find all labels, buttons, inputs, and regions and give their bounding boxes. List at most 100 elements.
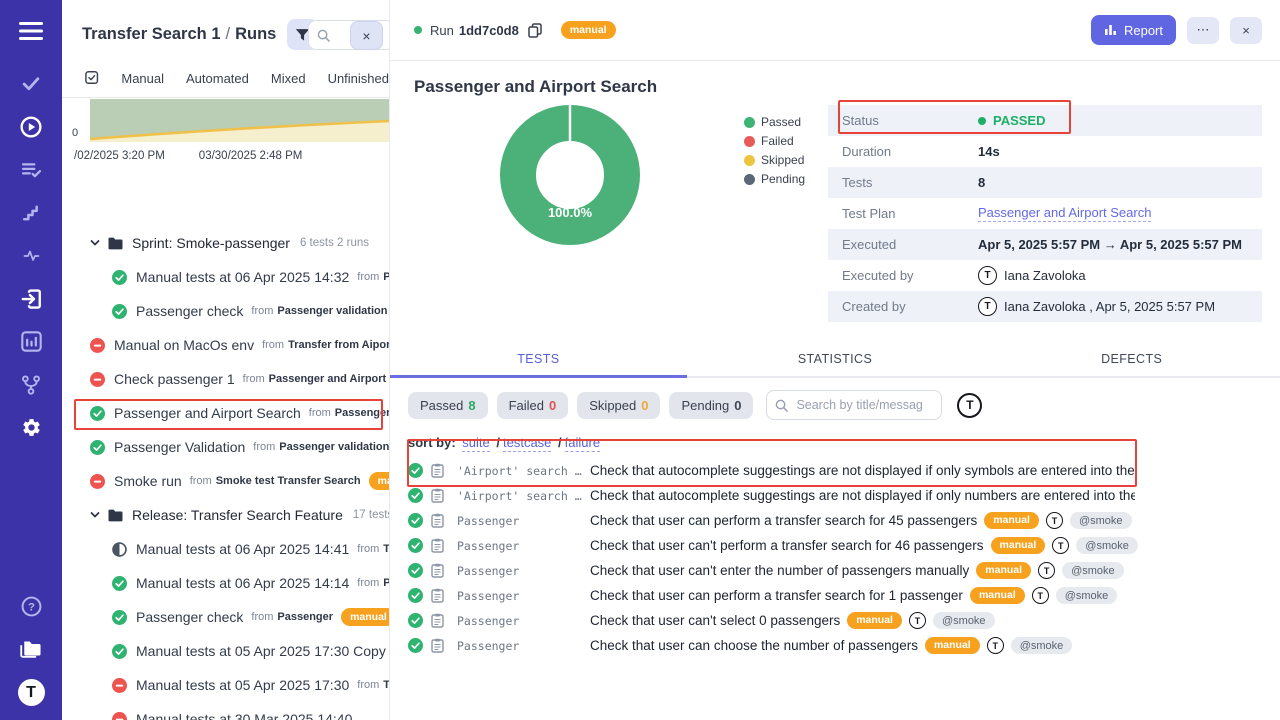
tree-run-row[interactable]: Passenger checkfromPassenger validationm… [62, 294, 389, 328]
more-icon: ⋯ [1197, 22, 1210, 38]
copy-icon[interactable] [528, 23, 542, 38]
legend-item-skipped: Skipped [744, 153, 808, 167]
tab-tests[interactable]: TESTS [390, 344, 687, 376]
test-row[interactable]: PassengerCheck that user can't perform a… [390, 533, 1280, 558]
filter-pill-passed[interactable]: Passed8 [408, 392, 488, 419]
detail-row-tests: Tests8 [828, 167, 1262, 198]
run-tab-automated[interactable]: Automated [186, 71, 249, 86]
run-from-label: from [309, 407, 331, 419]
report-button[interactable]: Report [1091, 15, 1176, 45]
logo-avatar[interactable]: T [0, 671, 62, 714]
passed-status-icon [112, 576, 127, 591]
tree-run-row[interactable]: Passenger and Airport SearchfromPassenge… [62, 396, 389, 430]
bar-chart-icon[interactable] [0, 320, 62, 363]
test-row[interactable]: PassengerCheck that user can choose the … [390, 633, 1280, 658]
passed-status-icon [408, 563, 423, 578]
tree-run-row[interactable]: Manual on MacOs envfromTransfer from Aip… [62, 328, 389, 362]
run-title: Manual tests at 06 Apr 2025 14:41 [136, 541, 349, 557]
close-icon: × [362, 28, 370, 44]
test-plan-link[interactable]: Passenger and Airport Search [978, 205, 1151, 222]
in-progress-status-icon [112, 542, 127, 557]
filter-label: Skipped [589, 398, 636, 413]
run-from-name: Pass [383, 577, 389, 589]
tree-run-row[interactable]: Passenger checkfromPassengermanual6 [62, 600, 389, 634]
passed-status-icon [112, 644, 127, 659]
gear-icon[interactable] [0, 406, 62, 449]
test-row[interactable]: PassengerCheck that user can perform a t… [390, 508, 1280, 533]
detail-value: Iana Zavoloka , Apr 5, 2025 5:57 PM [1004, 299, 1215, 314]
close-run-button[interactable]: × [1230, 17, 1262, 44]
filter-pill-pending[interactable]: Pending0 [669, 392, 753, 419]
play-circle-icon[interactable] [0, 105, 62, 148]
test-row[interactable]: 'Airport' search …Check that autocomplet… [390, 483, 1280, 508]
close-search-button[interactable]: × [350, 21, 383, 50]
run-tree: Sprint: Smoke-passenger6 tests 2 runsMan… [62, 226, 389, 720]
sort-link-failure[interactable]: failure [565, 435, 600, 452]
test-title: Check that user can't perform a transfer… [590, 538, 984, 553]
test-manual-badge: manual [991, 537, 1046, 555]
check-icon[interactable] [0, 62, 62, 105]
folder-title: Release: Transfer Search Feature [132, 507, 343, 523]
activity-icon[interactable] [0, 234, 62, 277]
run-from-label: from [357, 679, 379, 691]
help-icon[interactable]: ? [0, 585, 62, 628]
tree-folder-row[interactable]: Sprint: Smoke-passenger6 tests 2 runs [62, 226, 389, 260]
menu-icon[interactable] [0, 0, 62, 62]
test-row[interactable]: 'Airport' search …Check that autocomplet… [390, 458, 1280, 483]
tree-folder-row[interactable]: Release: Transfer Search Feature17 tests… [62, 498, 389, 532]
test-assignee-avatar: T [987, 637, 1004, 654]
chevron-down-icon[interactable] [90, 510, 100, 520]
detail-row-status: StatusPASSED [828, 105, 1262, 136]
test-assignee-avatar: T [909, 612, 926, 629]
run-id: 1dd7c0d8 [459, 23, 519, 38]
tree-run-row[interactable]: Smoke runfromSmoke test Transfer Searchm… [62, 464, 389, 498]
test-manual-badge: manual [984, 512, 1039, 530]
run-tab-manual[interactable]: Manual [121, 71, 164, 86]
list-check-icon[interactable] [0, 148, 62, 191]
steps-icon[interactable] [0, 191, 62, 234]
tree-run-row[interactable]: Manual tests at 06 Apr 2025 14:41fromTra… [62, 532, 389, 566]
tree-run-row[interactable]: Manual tests at 06 Apr 2025 14:14fromPas… [62, 566, 389, 600]
passed-status-icon [112, 610, 127, 625]
x-tick-label: 03/30/2025 2:48 PM [199, 150, 303, 162]
test-suite-name: Passenger [457, 614, 590, 628]
runs-panel-header: Transfer Search 1/Runs × [62, 0, 389, 56]
filter-pill-failed[interactable]: Failed0 [497, 392, 569, 419]
projects-folder-icon[interactable] [0, 628, 62, 671]
tab-defects[interactable]: DEFECTS [983, 344, 1280, 376]
tree-run-row[interactable]: Manual tests at 06 Apr 2025 14:32fromPas… [62, 260, 389, 294]
test-row[interactable]: PassengerCheck that user can perform a t… [390, 583, 1280, 608]
tree-run-row[interactable]: Manual tests at 05 Apr 2025 17:30 Copyfr… [62, 634, 389, 668]
tree-run-row[interactable]: Check passenger 1fromPassenger and Airpo… [62, 362, 389, 396]
tree-run-row[interactable]: Manual tests at 05 Apr 2025 17:30fromTra… [62, 668, 389, 702]
tree-run-row[interactable]: Passenger ValidationfromPassenger valida… [62, 430, 389, 464]
sort-link-suite[interactable]: suite [462, 435, 489, 452]
run-title: Manual on MacOs env [114, 337, 254, 353]
test-row[interactable]: PassengerCheck that user can't select 0 … [390, 608, 1280, 633]
test-tag-smoke: @smoke [1076, 537, 1138, 554]
search-icon [775, 399, 788, 412]
test-manual-badge: manual [847, 612, 902, 630]
detail-row-duration: Duration14s [828, 136, 1262, 167]
results-donut-chart: 100.0% [500, 105, 640, 322]
select-all-icon[interactable] [84, 70, 99, 86]
run-tab-unfinished[interactable]: Unfinished [328, 71, 389, 86]
tests-search-input[interactable] [794, 397, 924, 413]
run-type-badge: manual [341, 608, 389, 626]
run-title: Manual tests at 06 Apr 2025 14:32 [136, 269, 349, 285]
breadcrumb-project[interactable]: Transfer Search 1 [82, 25, 221, 43]
test-title: Check that user can perform a transfer s… [590, 513, 977, 528]
tab-statistics[interactable]: STATISTICS [687, 344, 984, 376]
chevron-down-icon[interactable] [90, 238, 100, 248]
filter-pill-skipped[interactable]: Skipped0 [577, 392, 660, 419]
tree-run-row[interactable]: Manual tests at 30 Mar 2025 14:40 [62, 702, 389, 720]
run-tab-mixed[interactable]: Mixed [271, 71, 306, 86]
test-suite-name: Passenger [457, 589, 590, 603]
more-button[interactable]: ⋯ [1187, 17, 1219, 44]
sign-in-icon[interactable] [0, 277, 62, 320]
test-row[interactable]: PassengerCheck that user can't enter the… [390, 558, 1280, 583]
assignee-avatar[interactable]: T [957, 393, 982, 418]
sort-link-testcase[interactable]: testcase [503, 435, 551, 452]
filter-count: 0 [734, 398, 741, 413]
branch-icon[interactable] [0, 363, 62, 406]
